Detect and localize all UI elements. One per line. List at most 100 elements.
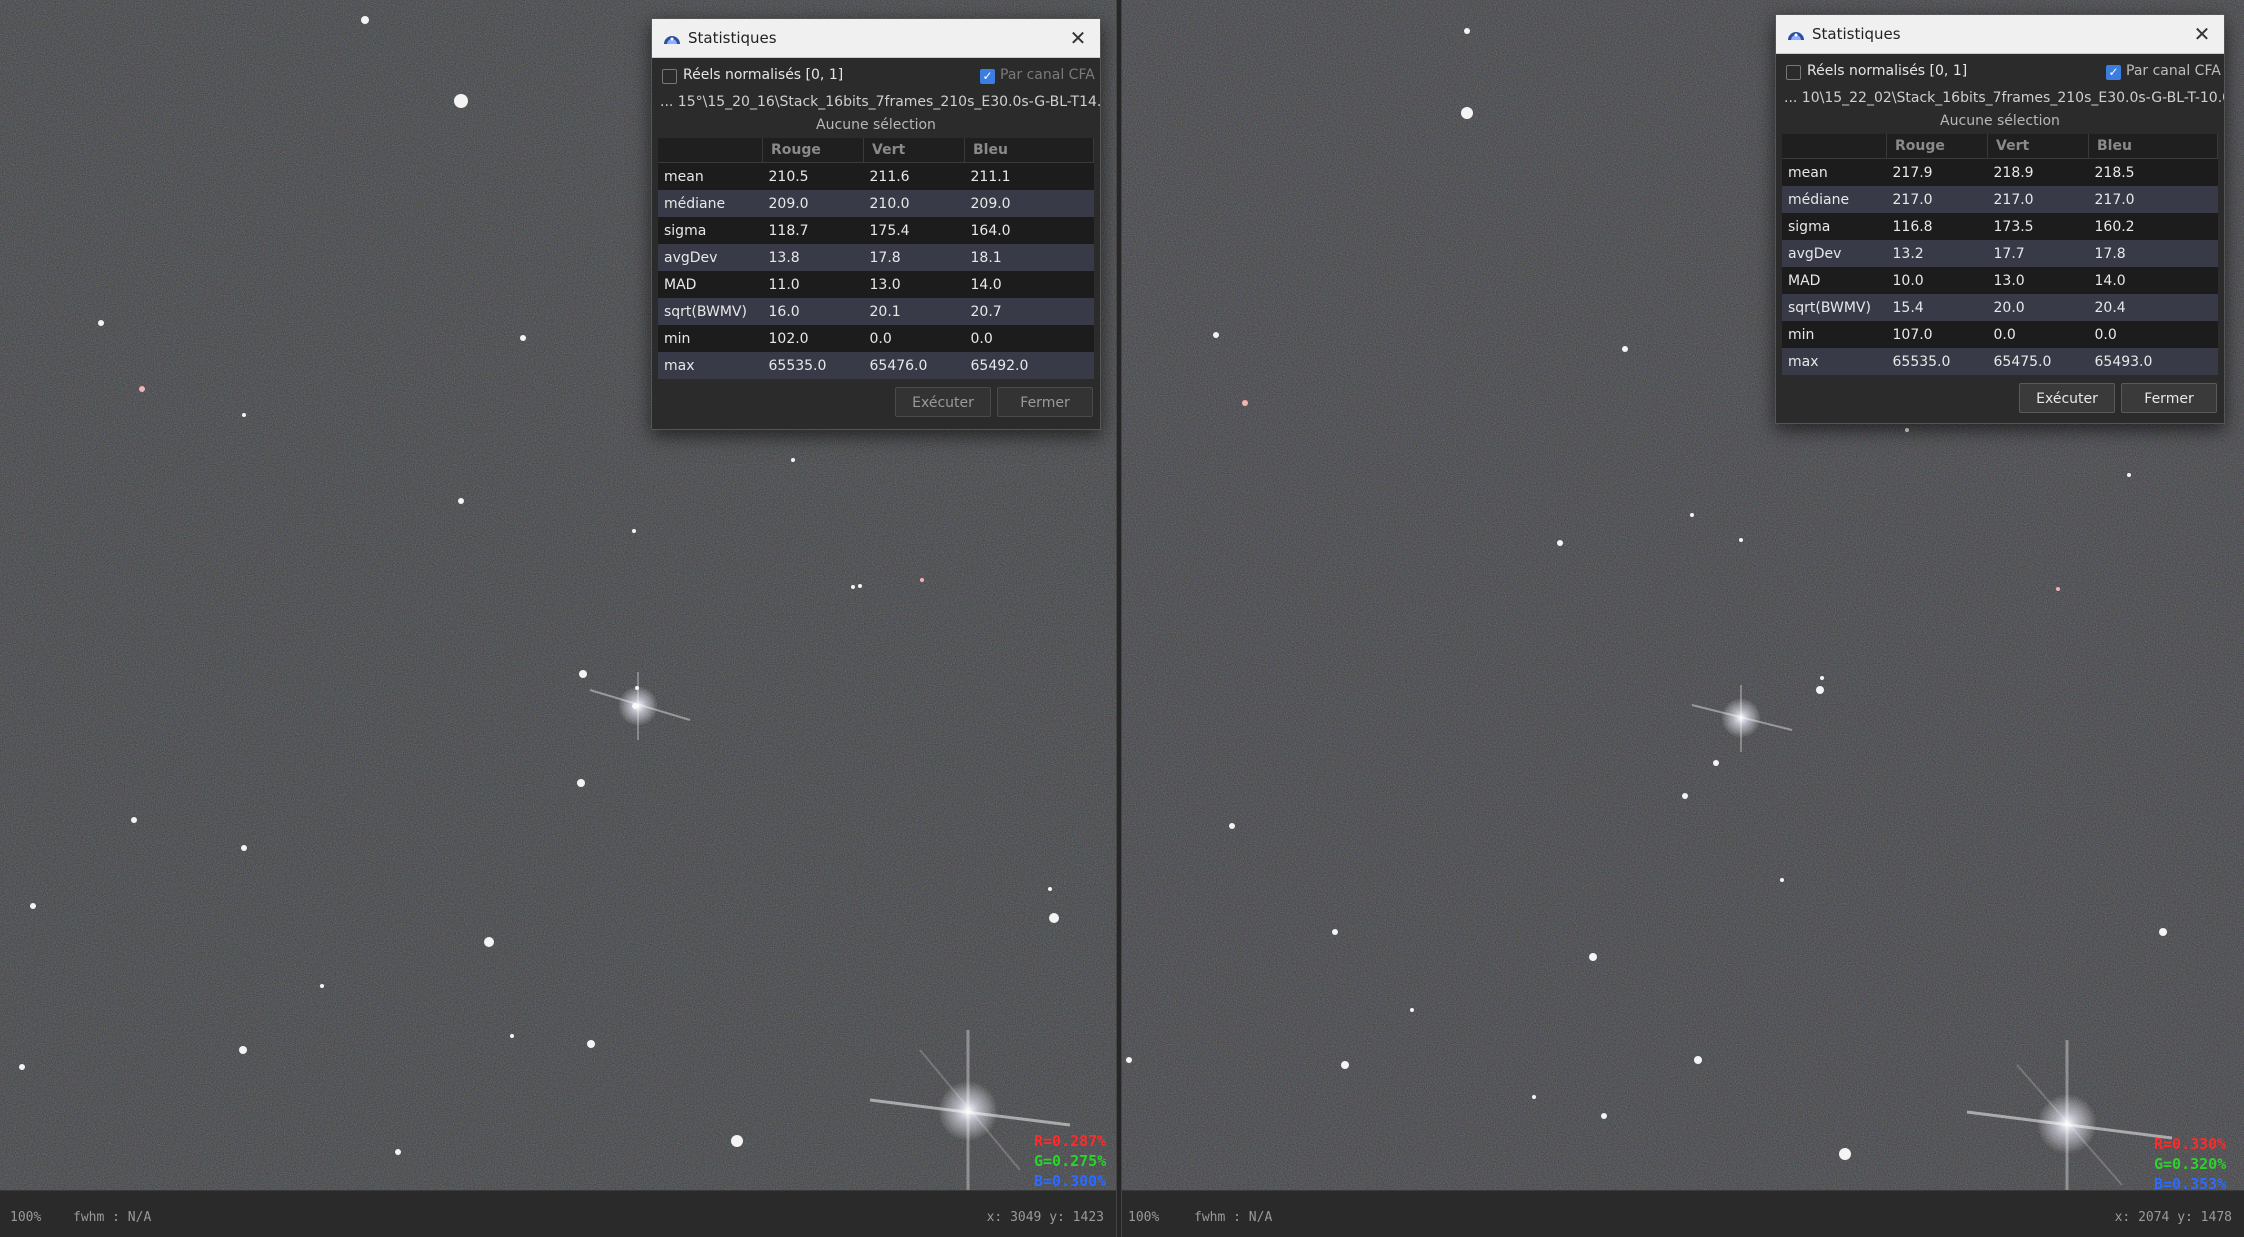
normalized-label: Réels normalisés [0, 1]: [683, 67, 844, 83]
pixel-readout: R=0.287% G=0.275% B=0.300%: [1034, 1131, 1106, 1191]
stats-row-max[interactable]: max 65535.0 65476.0 65492.0: [658, 352, 1094, 379]
stat-name: max: [1782, 348, 1887, 375]
stat-blue: 65493.0: [2088, 348, 2218, 375]
stat-green: 175.4: [863, 217, 965, 244]
stats-row-avgdev[interactable]: avgDev 13.2 17.7 17.8: [1782, 240, 2218, 267]
stat-name: sigma: [1782, 213, 1887, 240]
cursor-coordinates: x: 3049 y: 1423: [986, 1210, 1104, 1225]
normalized-checkbox[interactable]: [1786, 65, 1801, 80]
statistics-dialog: Statistiques ✕ Réels normalisés [0, 1] ✓…: [1775, 14, 2225, 424]
close-button[interactable]: Fermer: [997, 387, 1093, 417]
cfa-checkbox[interactable]: ✓: [980, 69, 995, 84]
column-header-green[interactable]: Vert: [863, 138, 965, 163]
zoom-level: 100%: [1128, 1210, 1160, 1225]
stat-blue: 65492.0: [964, 352, 1094, 379]
stats-row-sigma[interactable]: sigma 116.8 173.5 160.2: [1782, 213, 2218, 240]
column-header-blue[interactable]: Bleu: [964, 138, 1094, 163]
column-header-blue[interactable]: Bleu: [2088, 134, 2218, 159]
readout-blue: B=0.300%: [1034, 1172, 1107, 1190]
stats-row-min[interactable]: min 107.0 0.0 0.0: [1782, 321, 2218, 348]
execute-button[interactable]: Exécuter: [895, 387, 991, 417]
stats-row-max[interactable]: max 65535.0 65475.0 65493.0: [1782, 348, 2218, 375]
dialog-title: Statistiques: [688, 29, 777, 47]
stat-red: 217.9: [1886, 158, 1988, 186]
stat-name: médiane: [1782, 186, 1887, 213]
file-path: ... 15°\15_20_16\Stack_16bits_7frames_21…: [660, 94, 1100, 110]
stat-green: 17.8: [863, 244, 965, 271]
selection-status: Aucune sélection: [1940, 113, 2060, 129]
stat-blue: 20.4: [2088, 294, 2218, 321]
stat-green: 20.1: [863, 298, 965, 325]
selection-status: Aucune sélection: [816, 117, 936, 133]
stats-row-sigma[interactable]: sigma 118.7 175.4 164.0: [658, 217, 1094, 244]
status-bar: 100% fwhm : N/A x: 2074 y: 1478: [1122, 1190, 2244, 1237]
stats-table: Rouge Vert Bleu mean 210.5 211.6 211.1 média…: [658, 138, 1094, 379]
close-icon[interactable]: ✕: [2188, 20, 2216, 48]
stat-green: 173.5: [1987, 213, 2089, 240]
stat-blue: 217.0: [2088, 186, 2218, 213]
stats-row-sqrt-bwmv[interactable]: sqrt(BWMV) 15.4 20.0 20.4: [1782, 294, 2218, 321]
stat-red: 102.0: [762, 325, 864, 352]
column-header-red[interactable]: Rouge: [1886, 134, 1988, 159]
stats-row-avgdev[interactable]: avgDev 13.8 17.8 18.1: [658, 244, 1094, 271]
zoom-level: 100%: [10, 1210, 42, 1225]
stat-green: 0.0: [1987, 321, 2089, 348]
stats-row-mad[interactable]: MAD 11.0 13.0 14.0: [658, 271, 1094, 298]
stats-row-mad[interactable]: MAD 10.0 13.0 14.0: [1782, 267, 2218, 294]
close-icon[interactable]: ✕: [1064, 24, 1092, 52]
stat-blue: 211.1: [964, 162, 1094, 190]
stats-row-sqrt-bwmv[interactable]: sqrt(BWMV) 16.0 20.1 20.7: [658, 298, 1094, 325]
stats-row-m-diane[interactable]: médiane 217.0 217.0 217.0: [1782, 186, 2218, 213]
cfa-label: Par canal CFA: [2126, 63, 2221, 79]
left-image-pane[interactable]: R=0.287% G=0.275% B=0.300% 100% fwhm : N…: [0, 0, 1116, 1237]
stat-blue: 0.0: [964, 325, 1094, 352]
column-header-red[interactable]: Rouge: [762, 138, 864, 163]
readout-green: G=0.320%: [2154, 1155, 2227, 1173]
stat-green: 211.6: [863, 162, 965, 190]
close-button[interactable]: Fermer: [2121, 383, 2217, 413]
stat-red: 10.0: [1886, 267, 1988, 294]
dialog-title: Statistiques: [1812, 25, 1901, 43]
stat-name: avgDev: [658, 244, 763, 271]
file-path: ... 10\15_22_02\Stack_16bits_7frames_210…: [1784, 90, 2224, 106]
stat-name: mean: [658, 162, 763, 190]
column-header-green[interactable]: Vert: [1987, 134, 2089, 159]
stat-name: min: [658, 325, 763, 352]
normalized-checkbox[interactable]: [662, 69, 677, 84]
column-header-label: [1782, 134, 1887, 159]
stat-red: 11.0: [762, 271, 864, 298]
dialog-titlebar[interactable]: Statistiques ✕: [1776, 15, 2224, 54]
stat-red: 118.7: [762, 217, 864, 244]
stat-red: 65535.0: [1886, 348, 1988, 375]
stat-name: sigma: [658, 217, 763, 244]
stat-name: MAD: [1782, 267, 1887, 294]
stat-red: 217.0: [1886, 186, 1988, 213]
stat-green: 210.0: [863, 190, 965, 217]
stats-row-m-diane[interactable]: médiane 209.0 210.0 209.0: [658, 190, 1094, 217]
dialog-titlebar[interactable]: Statistiques ✕: [652, 19, 1100, 58]
cfa-checkbox[interactable]: ✓: [2106, 65, 2121, 80]
stats-row-min[interactable]: min 102.0 0.0 0.0: [658, 325, 1094, 352]
stats-row-mean[interactable]: mean 210.5 211.6 211.1: [658, 162, 1094, 190]
stat-blue: 20.7: [964, 298, 1094, 325]
stat-green: 20.0: [1987, 294, 2089, 321]
stat-blue: 218.5: [2088, 158, 2218, 186]
status-bar: 100% fwhm : N/A x: 3049 y: 1423: [0, 1190, 1116, 1237]
right-image-pane[interactable]: R=0.330% G=0.320% B=0.353% 100% fwhm : N…: [1122, 0, 2244, 1237]
stat-blue: 164.0: [964, 217, 1094, 244]
execute-button[interactable]: Exécuter: [2019, 383, 2115, 413]
stat-name: avgDev: [1782, 240, 1887, 267]
fwhm-readout: fwhm : N/A: [1194, 1210, 1273, 1225]
normalized-label: Réels normalisés [0, 1]: [1807, 63, 1968, 79]
stat-blue: 14.0: [964, 271, 1094, 298]
fwhm-readout: fwhm : N/A: [73, 1210, 152, 1225]
stat-name: max: [658, 352, 763, 379]
stat-red: 16.0: [762, 298, 864, 325]
stats-row-mean[interactable]: mean 217.9 218.9 218.5: [1782, 158, 2218, 186]
stat-blue: 17.8: [2088, 240, 2218, 267]
stat-name: min: [1782, 321, 1887, 348]
readout-red: R=0.330%: [2154, 1135, 2227, 1153]
readout-red: R=0.287%: [1034, 1132, 1107, 1150]
stat-green: 65476.0: [863, 352, 965, 379]
stat-blue: 160.2: [2088, 213, 2218, 240]
